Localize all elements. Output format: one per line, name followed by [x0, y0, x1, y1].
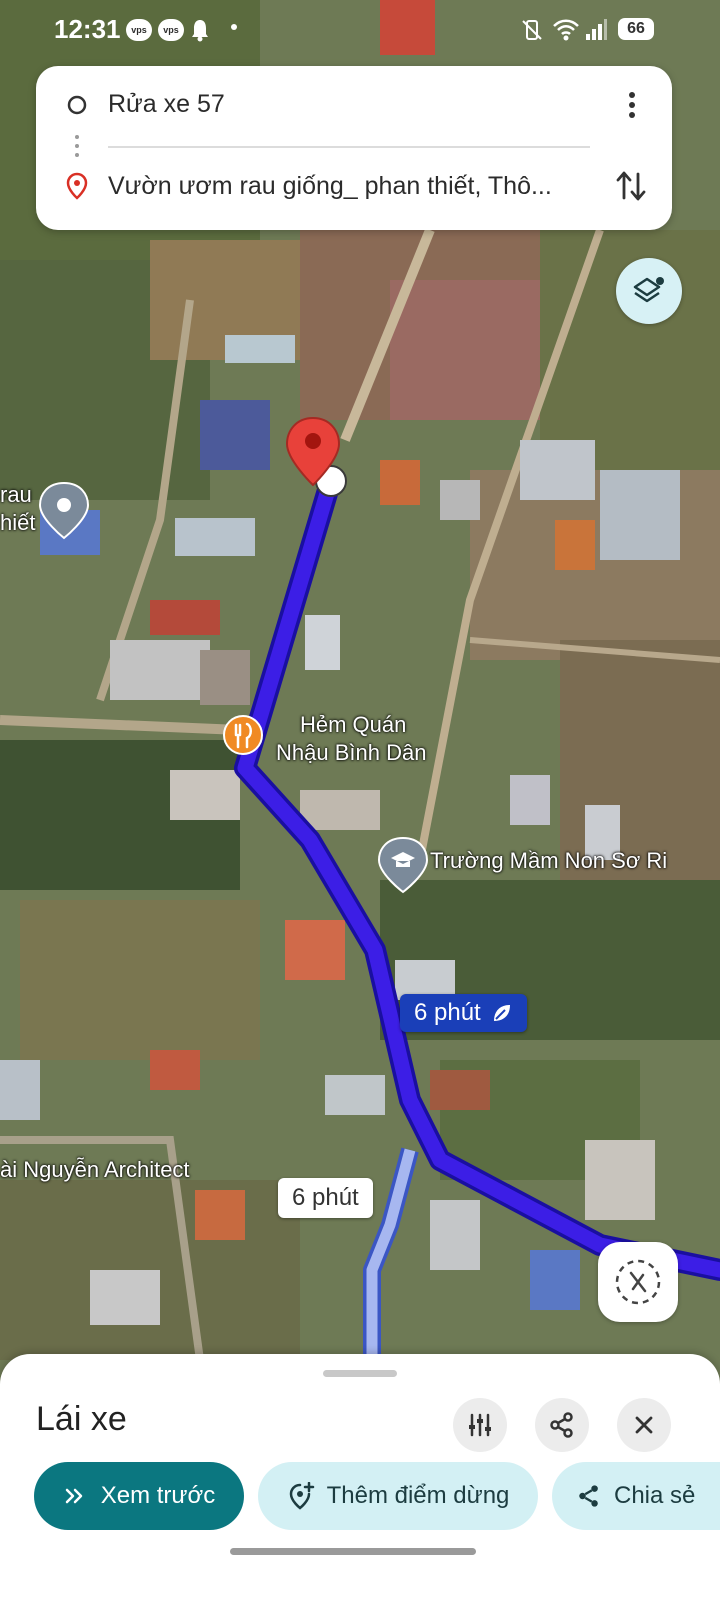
- poi-left-label-top[interactable]: rau: [0, 482, 32, 508]
- eco-leaf-icon: [493, 1005, 510, 1021]
- route-alt-duration-chip[interactable]: 6 phút: [278, 1178, 373, 1218]
- poi-restaurant-label-line2[interactable]: Nhậu Bình Dân: [276, 740, 426, 766]
- map-building: [110, 640, 210, 700]
- route-card: Rửa xe 57 Vườn ươm rau giống_ phan thiết…: [36, 66, 672, 230]
- add-stop-button[interactable]: Thêm điểm dừng: [258, 1462, 538, 1530]
- double-chevron-icon: [65, 1488, 82, 1504]
- add-location-icon: [289, 1482, 314, 1510]
- signal-icon: [586, 19, 607, 40]
- share-icon: [579, 1485, 598, 1507]
- map-building: [585, 1140, 655, 1220]
- map-building: [430, 1200, 480, 1270]
- gesture-nav-bar[interactable]: [230, 1548, 476, 1555]
- map-building: [555, 520, 595, 570]
- poi-architect-label[interactable]: ài Nguyễn Architect: [0, 1157, 190, 1183]
- layers-button[interactable]: [616, 258, 682, 324]
- map-building: [225, 335, 295, 363]
- share-icon: [550, 1412, 573, 1438]
- map-field-red: [390, 280, 540, 420]
- map-building: [150, 1050, 200, 1090]
- map-building: [430, 1070, 490, 1110]
- preview-button[interactable]: Xem trước: [34, 1462, 244, 1530]
- map-building: [305, 615, 340, 670]
- card-divider: [108, 146, 590, 148]
- layers-icon: [633, 277, 664, 303]
- route-main-duration: 6 phút: [414, 999, 481, 1026]
- map-building: [300, 790, 380, 830]
- poi-school-label[interactable]: Trường Mầm Non Sơ Ri: [430, 848, 667, 874]
- mode-title: Lái xe: [36, 1400, 127, 1438]
- map-building: [285, 920, 345, 980]
- tune-icon: [469, 1413, 491, 1437]
- swap-direction-icon[interactable]: [614, 168, 648, 204]
- destination-pin-small-icon: [66, 172, 88, 200]
- share-label: Chia sẻ: [614, 1482, 696, 1509]
- destination-field[interactable]: Vườn ươm rau giống_ phan thiết, Thô...: [108, 172, 588, 201]
- sheet-drag-handle[interactable]: [323, 1370, 397, 1377]
- map-building: [150, 600, 220, 635]
- origin-circle-icon: [67, 95, 87, 115]
- vps-app-icon: vps: [126, 19, 152, 41]
- map-building: [530, 1250, 580, 1310]
- map-orchard-sw: [20, 900, 260, 1060]
- close-button[interactable]: [617, 1398, 671, 1452]
- map-building: [0, 1060, 40, 1120]
- route-alt-duration: 6 phút: [292, 1184, 359, 1211]
- share-route-button[interactable]: [535, 1398, 589, 1452]
- bell-icon: [192, 20, 208, 42]
- map-field-se: [560, 640, 720, 880]
- route-main-duration-chip[interactable]: 6 phút: [400, 994, 527, 1032]
- map-building: [195, 1190, 245, 1240]
- map-building: [600, 470, 680, 560]
- share-pill-button[interactable]: Chia sẻ: [552, 1462, 720, 1530]
- map-building: [200, 400, 270, 470]
- route-options-button[interactable]: [453, 1398, 507, 1452]
- map-building: [380, 460, 420, 505]
- map-building: [90, 1270, 160, 1325]
- battery-indicator: 66: [618, 18, 654, 40]
- map-building: [520, 440, 595, 500]
- poi-left-label-bottom[interactable]: hiết: [0, 510, 35, 536]
- status-bar: 12:31 vps vps 66: [0, 0, 720, 62]
- map-building: [200, 650, 250, 705]
- map-building: [175, 518, 255, 556]
- preview-label: Xem trước: [100, 1482, 216, 1509]
- more-options-icon[interactable]: [618, 90, 646, 120]
- poi-restaurant-label-line1[interactable]: Hẻm Quán: [300, 712, 406, 738]
- notification-dot: [231, 24, 237, 30]
- map-building: [325, 1075, 385, 1115]
- status-time: 12:31: [54, 14, 121, 44]
- map-building: [510, 775, 550, 825]
- map-building: [170, 770, 240, 820]
- mute-vibrate-icon: [522, 20, 542, 40]
- compass-icon: [615, 1259, 661, 1305]
- origin-field[interactable]: Rửa xe 57: [108, 90, 588, 119]
- route-dots-icon: [75, 135, 79, 157]
- add-stop-label: Thêm điểm dừng: [326, 1482, 510, 1509]
- restaurant-poi-icon[interactable]: [223, 715, 263, 755]
- bottom-sheet: Lái xe Xem trước Thêm điểm dừng Chia sẻ: [0, 1354, 720, 1600]
- close-icon: [635, 1416, 653, 1434]
- vps-app-icon: vps: [158, 19, 184, 41]
- compass-button[interactable]: [598, 1242, 678, 1322]
- wifi-icon: [553, 19, 579, 41]
- map-building: [440, 480, 480, 520]
